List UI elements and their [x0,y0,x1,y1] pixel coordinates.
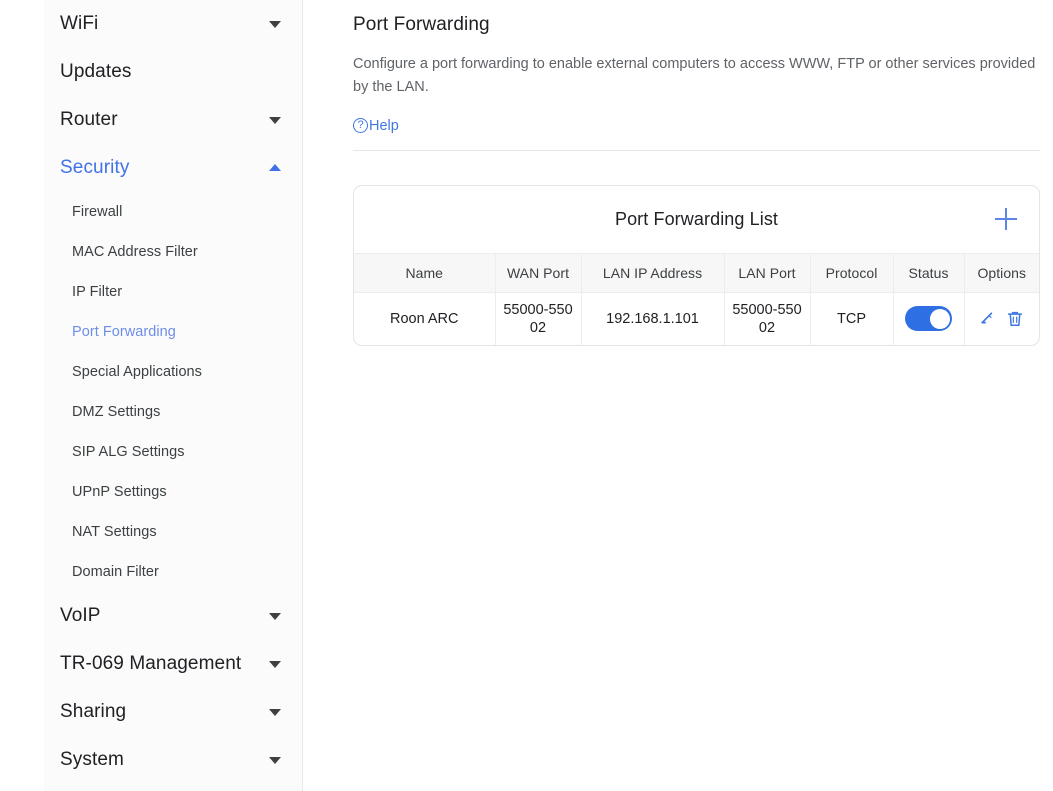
chevron-down-icon[interactable] [269,661,281,668]
plus-icon[interactable] [993,206,1019,232]
sidebar-item-label: Firewall [72,204,123,220]
sidebar-item-dmz-settings[interactable]: DMZ Settings [44,392,302,432]
column-header-status: Status [893,252,965,293]
cell-lan-port: 55000-55002 [724,292,811,345]
chevron-down-icon[interactable] [269,757,281,764]
page-title: Port Forwarding [353,14,490,35]
cell-lan-ip: 192.168.1.101 [581,292,725,345]
card-title: Port Forwarding List [614,208,779,229]
sidebar-item-sip-alg-settings[interactable]: SIP ALG Settings [44,432,302,472]
card-header: Port Forwarding List [354,186,1039,253]
sidebar-group-sharing[interactable]: Sharing [44,688,302,736]
sidebar-group-security[interactable]: Security [44,144,302,192]
sidebar-item-label: NAT Settings [72,524,157,540]
chevron-down-icon[interactable] [269,21,281,28]
cell-options [964,292,1039,345]
sidebar-item-label: Port Forwarding [72,324,176,340]
sidebar-group-label: TR-069 Management [60,653,242,674]
chevron-up-icon[interactable] [269,164,281,171]
column-header-lan-ip: LAN IP Address [581,252,725,293]
port-forwarding-card: Port Forwarding List Name WAN Port LAN I… [353,184,1040,346]
page-root: WiFi Updates Router Security Firewall MAC Add… [0,0,1053,791]
left-gutter [0,0,44,791]
table-header-row: Name WAN Port LAN IP Address LAN Port Pr… [354,252,1039,293]
main-content: Port Forwarding Configure a port forward… [303,0,1053,791]
cell-name: Roon ARC [354,292,496,345]
chevron-down-icon[interactable] [269,117,281,124]
sidebar-group-label: Updates [60,61,132,82]
sidebar-group-voip[interactable]: VoIP [44,592,302,640]
sidebar-group-system[interactable]: System [44,736,302,784]
sidebar-item-label: UPnP Settings [72,484,167,500]
sidebar-group-updates[interactable]: Updates [44,48,302,96]
help-link[interactable]: ? Help [353,118,399,134]
sidebar-group-label: Security [60,157,130,178]
sidebar-item-ip-filter[interactable]: IP Filter [44,272,302,312]
delete-icon[interactable] [1005,309,1025,329]
sidebar-item-label: Special Applications [72,364,202,380]
column-header-name: Name [354,252,496,293]
sidebar-item-upnp-settings[interactable]: UPnP Settings [44,472,302,512]
help-icon: ? [353,118,368,133]
help-label: Help [369,117,399,134]
cell-wan-port: 55000-55002 [495,292,582,345]
sidebar-group-label: VoIP [60,605,101,626]
sidebar: WiFi Updates Router Security Firewall MAC Add… [44,0,303,791]
table-header: Name WAN Port LAN IP Address LAN Port Pr… [354,252,1039,293]
edit-icon[interactable] [978,309,998,329]
sidebar-group-tr-069-management[interactable]: TR-069 Management [44,640,302,688]
sidebar-item-label: Domain Filter [72,564,159,580]
column-header-lan-port: LAN Port [724,252,811,293]
column-header-options: Options [964,252,1039,293]
sidebar-item-label: DMZ Settings [72,404,161,420]
toggle-knob [929,308,950,329]
sidebar-item-domain-filter[interactable]: Domain Filter [44,552,302,592]
sidebar-item-label: IP Filter [72,284,123,300]
table-row: Roon ARC 55000-55002 192.168.1.101 55000… [354,292,1039,345]
sidebar-group-wifi[interactable]: WiFi [44,0,302,48]
column-header-wan-port: WAN Port [495,252,582,293]
page-description: Configure a port forwarding to enable ex… [353,56,1036,95]
chevron-down-icon[interactable] [269,613,281,620]
sidebar-item-special-applications[interactable]: Special Applications [44,352,302,392]
sidebar-group-label: System [60,749,124,770]
sidebar-item-label: SIP ALG Settings [72,444,185,460]
sidebar-item-nat-settings[interactable]: NAT Settings [44,512,302,552]
sidebar-item-label: MAC Address Filter [72,244,198,260]
section-divider [353,149,1040,151]
sidebar-group-label: Sharing [60,701,127,722]
sidebar-item-mac-address-filter[interactable]: MAC Address Filter [44,232,302,272]
port-forwarding-table: Name WAN Port LAN IP Address LAN Port Pr… [354,252,1039,345]
table-body: Roon ARC 55000-55002 192.168.1.101 55000… [354,292,1039,345]
sidebar-item-firewall[interactable]: Firewall [44,192,302,232]
sidebar-group-label: WiFi [60,13,99,34]
status-toggle[interactable] [905,306,952,332]
row-options [969,309,1036,329]
cell-status [893,292,965,345]
sidebar-group-label: Router [60,109,118,130]
cell-protocol: TCP [810,292,894,345]
sidebar-item-port-forwarding[interactable]: Port Forwarding [44,312,302,352]
sidebar-group-router[interactable]: Router [44,96,302,144]
column-header-protocol: Protocol [810,252,894,293]
chevron-down-icon[interactable] [269,709,281,716]
